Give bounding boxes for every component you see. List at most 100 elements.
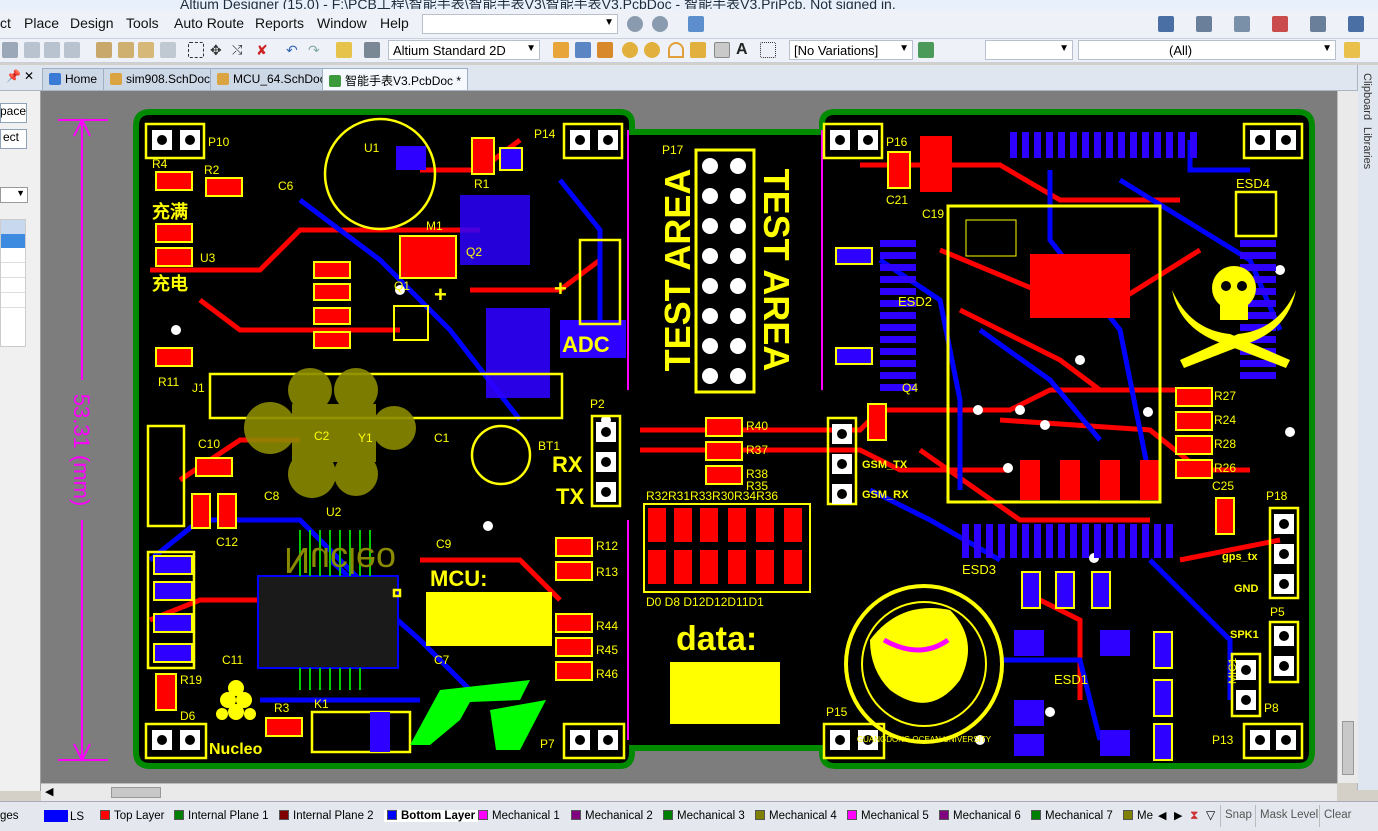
designator: R37: [746, 443, 768, 457]
zoom-area-icon[interactable]: [44, 42, 60, 58]
workspace-button[interactable]: pace: [0, 103, 27, 123]
menu-project[interactable]: ct: [0, 15, 11, 31]
layer-set-icon[interactable]: ⧗: [1190, 808, 1198, 823]
menu-design[interactable]: Design: [70, 15, 114, 31]
layer-tab-mechanical-4[interactable]: Mechanical 4: [755, 810, 837, 822]
vertical-scrollbar[interactable]: [1337, 91, 1358, 783]
scrollbar-thumb[interactable]: [111, 787, 161, 798]
layout-icon[interactable]: [1348, 16, 1364, 32]
layer-scroll-left-icon[interactable]: ◀: [1158, 809, 1166, 822]
tool-icon[interactable]: [1272, 16, 1288, 32]
array-icon[interactable]: [760, 42, 776, 58]
menu-tools[interactable]: Tools: [126, 15, 159, 31]
tab-sim908[interactable]: sim908.SchDoc: [103, 68, 218, 90]
layer-tab-mechanical-2[interactable]: Mechanical 2: [571, 810, 653, 822]
pirate-eye: [1237, 281, 1247, 291]
variant-icon[interactable]: [918, 42, 934, 58]
view-mode-select[interactable]: Altium Standard 2D ▼: [388, 40, 540, 60]
panel-dropdown[interactable]: ▼: [0, 187, 28, 203]
layer-tab-internal-plane-1[interactable]: Internal Plane 1: [174, 810, 269, 822]
deselect-icon[interactable]: ⤭: [232, 42, 248, 58]
string-icon[interactable]: A: [736, 42, 752, 58]
tab-home[interactable]: Home: [42, 68, 105, 90]
layer-tab-mechanical-8[interactable]: Me: [1123, 810, 1157, 822]
zoom-selected-icon[interactable]: [64, 42, 80, 58]
layer-tab-mechanical-6[interactable]: Mechanical 6: [939, 810, 1021, 822]
layer-tab-top[interactable]: Top Layer: [100, 810, 165, 822]
menu-reports[interactable]: Reports: [255, 15, 304, 31]
snap-button[interactable]: Snap: [1220, 805, 1256, 827]
zoom-fit-icon[interactable]: [24, 42, 40, 58]
layer-tab-bottom[interactable]: Bottom Layer: [384, 810, 479, 822]
undo-icon[interactable]: ↶: [286, 42, 302, 58]
select-area-icon[interactable]: [188, 42, 204, 58]
move-icon[interactable]: ✥: [210, 42, 226, 58]
designator: C10: [198, 437, 220, 451]
scroll-left-icon[interactable]: ◀: [45, 785, 53, 798]
layer-tab-mechanical-3[interactable]: Mechanical 3: [663, 810, 745, 822]
align-icon[interactable]: [1196, 16, 1212, 32]
horizontal-scrollbar[interactable]: ◀: [41, 783, 1337, 801]
mask-level-button[interactable]: Mask Level: [1255, 805, 1322, 827]
pcb-canvas[interactable]: 53.31 (mm) TEST AREA TEST AREA Nucleo MC…: [41, 91, 1337, 783]
menu-window[interactable]: Window: [317, 15, 367, 31]
tab-clipboard[interactable]: Clipboard: [1361, 73, 1373, 120]
project-button[interactable]: ect: [0, 129, 27, 149]
menu-auto-route[interactable]: Auto Route: [174, 15, 244, 31]
fill-icon[interactable]: [690, 42, 706, 58]
clear-icon[interactable]: ✘: [256, 42, 272, 58]
home-nav-icon[interactable]: [688, 16, 704, 32]
redo-icon[interactable]: ↷: [308, 42, 324, 58]
tree-row[interactable]: [1, 248, 25, 263]
layer-tab-mechanical-1[interactable]: Mechanical 1: [478, 810, 560, 822]
clear-button[interactable]: Clear: [1319, 805, 1355, 827]
tree-row[interactable]: [1, 263, 25, 278]
interactive-route-icon[interactable]: [575, 42, 591, 58]
cross-probe-icon[interactable]: [336, 42, 352, 58]
forward-icon[interactable]: [652, 16, 668, 32]
paste-icon[interactable]: [138, 42, 154, 58]
cut-tool-icon[interactable]: [118, 42, 134, 58]
menu-place[interactable]: Place: [24, 15, 59, 31]
pin-icon[interactable]: 📌: [6, 69, 21, 83]
pcb-board-view[interactable]: 53.31 (mm) TEST AREA TEST AREA Nucleo MC…: [41, 91, 1337, 783]
layer-tab-mechanical-5[interactable]: Mechanical 5: [847, 810, 929, 822]
panel-tab-ges[interactable]: ges: [0, 810, 19, 822]
tree-row[interactable]: [1, 220, 25, 234]
layer-tab-ls[interactable]: LS: [44, 810, 84, 823]
filter-icon[interactable]: ▽: [1206, 808, 1215, 822]
tab-pcbdoc[interactable]: 智能手表V3.PcbDoc *: [322, 68, 469, 90]
text-layout-icon[interactable]: [1234, 16, 1250, 32]
copy-icon[interactable]: [96, 42, 112, 58]
path-combo[interactable]: ▼: [422, 14, 618, 34]
differential-pair-icon[interactable]: [597, 42, 613, 58]
variations-select[interactable]: [No Variations] ▼: [789, 40, 913, 60]
chart-icon[interactable]: [1158, 16, 1174, 32]
cut-icon[interactable]: [2, 42, 18, 58]
back-icon[interactable]: [627, 16, 643, 32]
layer-scroll-right-icon[interactable]: ▶: [1174, 809, 1182, 822]
arc-icon[interactable]: [668, 42, 684, 58]
tree-row[interactable]: [1, 278, 25, 293]
tree-row[interactable]: [1, 293, 25, 308]
component-icon[interactable]: [364, 42, 380, 58]
project-tree[interactable]: [0, 219, 26, 347]
menu-help[interactable]: Help: [380, 15, 409, 31]
filter-select-all[interactable]: (All) ▼: [1078, 40, 1336, 60]
layer-tab-internal-plane-2[interactable]: Internal Plane 2: [279, 810, 374, 822]
tab-libraries[interactable]: Libraries: [1361, 127, 1373, 169]
scrollbar-thumb[interactable]: [1342, 721, 1354, 775]
close-icon[interactable]: ✕: [24, 69, 34, 83]
tab-mcu64[interactable]: MCU_64.SchDoc: [210, 68, 333, 90]
layer-tab-mechanical-7[interactable]: Mechanical 7: [1031, 810, 1113, 822]
polygon-icon[interactable]: [714, 42, 730, 58]
pad-icon[interactable]: [644, 42, 660, 58]
filter-select-1[interactable]: ▼: [985, 40, 1073, 60]
designator: R11: [158, 375, 179, 389]
panel-icon[interactable]: [1310, 16, 1326, 32]
tree-row-selected[interactable]: [1, 234, 25, 248]
via-icon[interactable]: [622, 42, 638, 58]
clear-filter-icon[interactable]: [1344, 42, 1360, 58]
route-icon[interactable]: [553, 42, 569, 58]
rubber-stamp-icon[interactable]: [160, 42, 176, 58]
